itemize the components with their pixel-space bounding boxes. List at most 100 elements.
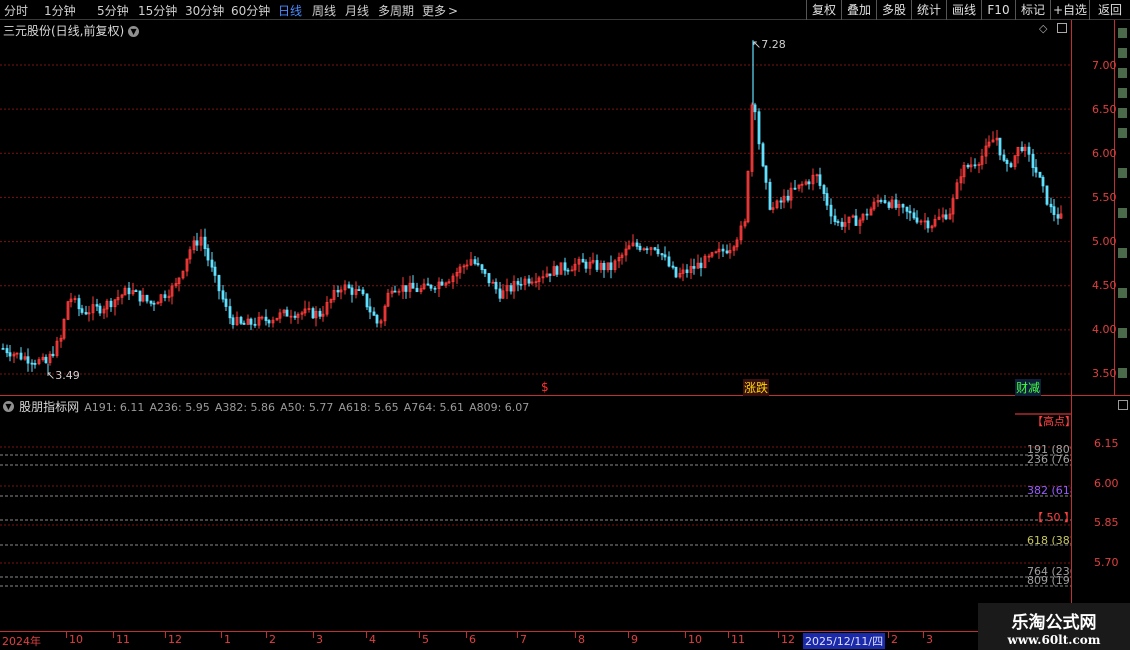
date-tick xyxy=(575,632,576,638)
price-tick: 5.50 xyxy=(1092,191,1117,204)
candle-body xyxy=(127,287,131,295)
watermark-title: 乐淘公式网 xyxy=(1011,613,1097,633)
indicator-header: ▼ 股朋指标网 A191: 6.11 A236: 5.95 A382: 5.86… xyxy=(3,396,529,415)
date-tick xyxy=(113,632,114,638)
candle-body xyxy=(494,281,498,290)
event-marker-caijian[interactable]: 财减 xyxy=(1015,379,1042,396)
date-label: 7 xyxy=(520,633,527,646)
candle-body xyxy=(51,353,55,357)
indicator-value: A618: 5.65 xyxy=(338,401,399,414)
candle-body xyxy=(865,213,869,216)
event-marker-zhangdie[interactable]: 涨跌 xyxy=(743,379,770,396)
indicator-tick: 5.85 xyxy=(1094,516,1119,529)
price-tick: 4.00 xyxy=(1092,323,1117,336)
indicator-title: 股朋指标网 xyxy=(19,400,80,414)
candle-body xyxy=(833,215,837,222)
candle-body xyxy=(768,181,772,210)
indicator-value: A236: 5.95 xyxy=(149,401,210,414)
candle-body xyxy=(581,258,585,263)
date-label: 11 xyxy=(731,633,745,646)
price-tick: 6.50 xyxy=(1092,103,1117,116)
indicator-value: A764: 5.61 xyxy=(403,401,464,414)
candle-body xyxy=(998,137,1002,156)
candle-body xyxy=(602,262,606,271)
candle-body xyxy=(563,262,567,271)
candle-body xyxy=(285,309,289,317)
level-label-high: 【高点】 xyxy=(1032,415,1076,428)
candle-body xyxy=(411,282,415,289)
candle-body xyxy=(527,278,531,284)
candle-body xyxy=(33,363,37,365)
indicator-panel-icon[interactable] xyxy=(1118,400,1128,410)
date-label: 8 xyxy=(578,633,585,646)
candle-body xyxy=(249,318,253,325)
indicator-levels xyxy=(0,413,1071,587)
candle-body xyxy=(1045,185,1049,205)
candle-body xyxy=(1002,154,1006,161)
candle-body xyxy=(764,165,768,183)
price-tick: 4.50 xyxy=(1092,279,1117,292)
date-tick xyxy=(923,632,924,638)
date-tick xyxy=(628,632,629,638)
candle-body xyxy=(912,212,916,219)
candle-body xyxy=(347,284,351,289)
date-tick xyxy=(165,632,166,638)
kline-chart[interactable] xyxy=(0,0,1130,650)
high-price-value: 7.28 xyxy=(761,38,786,51)
date-label: 1 xyxy=(224,633,231,646)
candle-body xyxy=(901,204,905,208)
indicator-tick: 5.70 xyxy=(1094,556,1119,569)
date-label: 5 xyxy=(422,633,429,646)
date-label: 6 xyxy=(469,633,476,646)
candle-body xyxy=(883,200,887,204)
low-price-value: 3.49 xyxy=(55,369,80,382)
candle-body xyxy=(267,320,271,324)
candle-body xyxy=(663,254,667,258)
candle-body xyxy=(944,214,948,220)
candle-body xyxy=(134,290,138,292)
candle-body xyxy=(725,250,729,254)
candle-body xyxy=(818,174,822,186)
candle-body xyxy=(645,248,649,251)
price-tick: 7.00 xyxy=(1092,59,1117,72)
candle-body xyxy=(829,204,833,217)
level-label-50: 【 50 】 xyxy=(1032,511,1075,524)
level-label-236: 236 (764) xyxy=(1027,453,1071,466)
candle-body xyxy=(8,352,12,357)
candle-body xyxy=(498,288,502,299)
candle-body xyxy=(825,193,829,206)
candle-body xyxy=(95,304,99,307)
candle-body xyxy=(253,323,257,326)
date-tick xyxy=(517,632,518,638)
candle-body xyxy=(231,317,235,326)
chevron-down-icon[interactable]: ▼ xyxy=(3,401,14,412)
candle-body xyxy=(854,215,858,226)
candle-body xyxy=(487,273,491,284)
candle-body xyxy=(350,287,354,295)
candle-body xyxy=(483,269,487,274)
dollar-marker[interactable]: $ xyxy=(541,380,549,394)
candle-body xyxy=(1049,203,1053,208)
candle-body xyxy=(152,302,156,305)
level-label-809: 809 (191) xyxy=(1027,574,1071,587)
candle-body xyxy=(426,283,430,286)
candle-body xyxy=(228,306,232,319)
candle-body xyxy=(1052,206,1056,216)
candle-body xyxy=(915,217,919,223)
candle-body xyxy=(239,316,243,324)
candle-body xyxy=(1038,171,1042,178)
candle-body xyxy=(163,294,167,299)
date-tick xyxy=(66,632,67,638)
candle-body xyxy=(145,294,149,302)
candlesticks xyxy=(1,40,1063,375)
candle-body xyxy=(660,253,664,256)
date-tick xyxy=(266,632,267,638)
candle-body xyxy=(609,262,613,270)
candle-body xyxy=(584,261,588,269)
candle-body xyxy=(973,164,977,167)
candle-body xyxy=(753,104,757,113)
date-cursor-label: 2025/12/11/四 xyxy=(803,633,886,649)
candle-body xyxy=(138,290,142,302)
indicator-tick: 6.15 xyxy=(1094,437,1119,450)
candle-body xyxy=(822,185,826,194)
